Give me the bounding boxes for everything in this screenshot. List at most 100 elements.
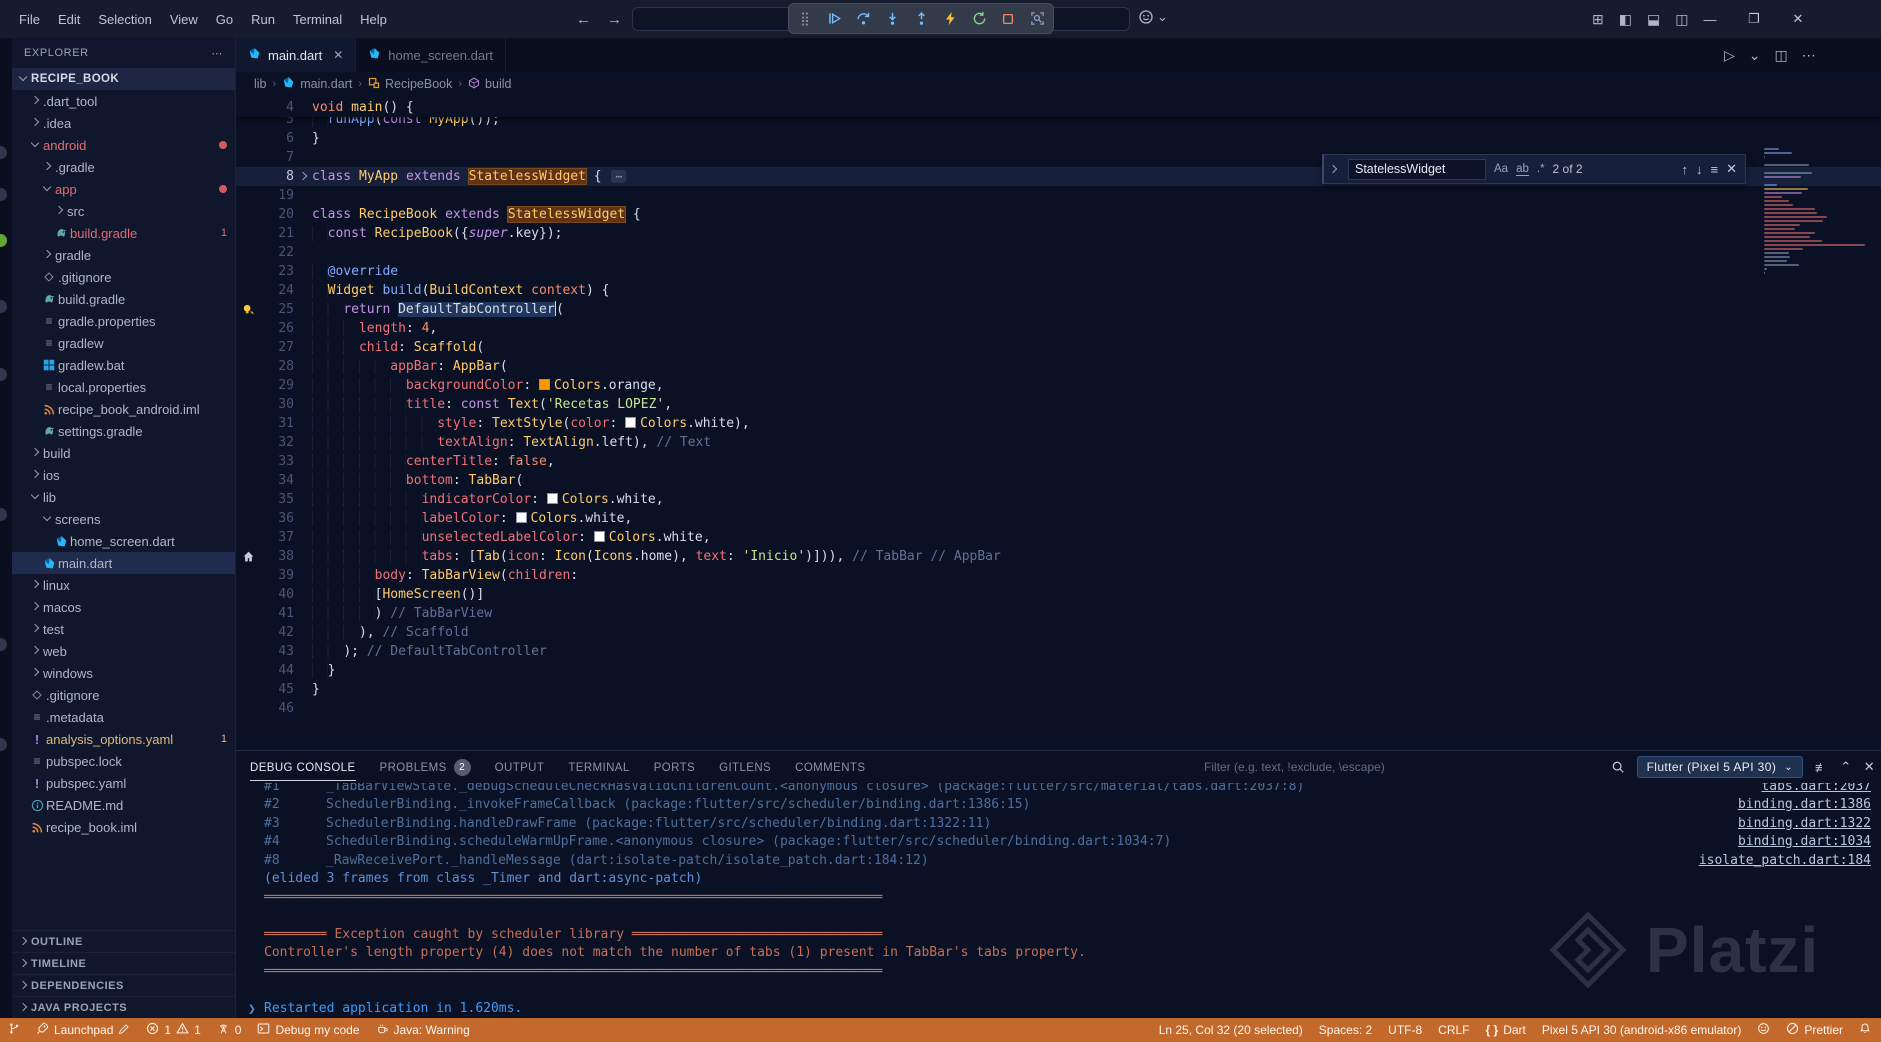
- breadcrumb-item[interactable]: main.dart: [282, 76, 352, 92]
- java-status-item[interactable]: Java: Warning: [376, 1023, 470, 1038]
- tree-item[interactable]: build: [12, 442, 235, 464]
- code-editor[interactable]: 4 void main() {5 runApp(const MyApp()); 6}…: [236, 96, 1881, 750]
- more-actions-button[interactable]: ⋯: [1802, 47, 1816, 64]
- step-out-button[interactable]: [912, 10, 930, 28]
- close-tab-icon[interactable]: ✕: [333, 48, 343, 62]
- feedback-icon[interactable]: [1757, 1022, 1770, 1038]
- folded-code-indicator[interactable]: ⋯: [611, 170, 627, 183]
- tree-item[interactable]: src: [12, 200, 235, 222]
- tree-item[interactable]: build.gradle 1: [12, 222, 235, 244]
- regex-icon[interactable]: .*: [1537, 163, 1545, 175]
- split-editor-button[interactable]: ◫: [1775, 47, 1788, 64]
- menu-help[interactable]: Help: [351, 8, 396, 31]
- tab-home_screen.dart[interactable]: home_screen.dart: [356, 38, 507, 72]
- back-icon[interactable]: ←: [576, 11, 591, 28]
- close-panel-icon[interactable]: ✕: [1864, 759, 1875, 775]
- code-line[interactable]: 27 child: Scaffold(: [236, 338, 1881, 357]
- run-dropdown-icon[interactable]: ⌄: [1749, 47, 1761, 64]
- code-line[interactable]: 41 ) // TabBarView: [236, 604, 1881, 623]
- panel-tab-ports[interactable]: PORTS: [654, 751, 695, 783]
- code-line[interactable]: 4 void main() {: [236, 98, 1881, 117]
- code-line[interactable]: 26 length: 4,: [236, 319, 1881, 338]
- previous-match-icon[interactable]: ↑: [1682, 162, 1689, 177]
- code-line[interactable]: 31 style: TextStyle(color: Colors.white)…: [236, 414, 1881, 433]
- panel-tab-gitlens[interactable]: GITLENS: [719, 751, 771, 783]
- code-line[interactable]: 24 Widget build(BuildContext context) {: [236, 281, 1881, 300]
- explorer-more-icon[interactable]: ⋯: [211, 47, 223, 60]
- tree-item[interactable]: test: [12, 618, 235, 640]
- source-link[interactable]: isolate_patch.dart:184: [1699, 852, 1871, 871]
- fold-chevron-icon[interactable]: [294, 167, 312, 186]
- toggle-panel-icon[interactable]: ⬓: [1647, 11, 1660, 28]
- code-line[interactable]: 33 centerTitle: false,: [236, 452, 1881, 471]
- forward-icon[interactable]: →: [607, 11, 622, 28]
- code-line[interactable]: 39 body: TabBarView(children:: [236, 566, 1881, 585]
- eol-status[interactable]: CRLF: [1438, 1023, 1469, 1037]
- minimize-button[interactable]: —: [1688, 0, 1732, 38]
- restore-button[interactable]: ❐: [1732, 0, 1776, 38]
- tree-item[interactable]: .gradle: [12, 156, 235, 178]
- tree-root[interactable]: RECIPE_BOOK: [12, 68, 235, 90]
- tree-item[interactable]: .gitignore: [12, 684, 235, 706]
- source-link[interactable]: binding.dart:1322: [1738, 815, 1871, 834]
- code-line[interactable]: 28 appBar: AppBar(: [236, 357, 1881, 376]
- code-line[interactable]: 25 return DefaultTabController(: [236, 300, 1881, 319]
- device-status[interactable]: Pixel 5 API 30 (android-x86 emulator): [1542, 1023, 1741, 1037]
- tree-item[interactable]: ≡ pubspec.lock: [12, 750, 235, 772]
- debug-fork-icon[interactable]: [8, 1022, 20, 1038]
- code-line[interactable]: 21 const RecipeBook({super.key});: [236, 224, 1881, 243]
- tree-item[interactable]: .gitignore: [12, 266, 235, 288]
- code-line[interactable]: 32 textAlign: TextAlign.left), // Text: [236, 433, 1881, 452]
- notifications-icon[interactable]: [1859, 1022, 1871, 1038]
- code-line[interactable]: 6}: [236, 129, 1881, 148]
- code-line[interactable]: 19: [236, 186, 1881, 205]
- source-link[interactable]: binding.dart:1034: [1738, 833, 1871, 852]
- tree-item[interactable]: recipe_book_android.iml: [12, 398, 235, 420]
- tree-item[interactable]: settings.gradle: [12, 420, 235, 442]
- code-line[interactable]: 44 }: [236, 661, 1881, 680]
- tree-item[interactable]: windows: [12, 662, 235, 684]
- menu-edit[interactable]: Edit: [49, 8, 89, 31]
- menu-view[interactable]: View: [161, 8, 207, 31]
- section-timeline[interactable]: TIMELINE: [12, 952, 235, 974]
- tree-item[interactable]: macos: [12, 596, 235, 618]
- code-line[interactable]: 38 tabs: [Tab(icon: Icon(Icons.home), te…: [236, 547, 1881, 566]
- menu-run[interactable]: Run: [242, 8, 284, 31]
- code-line[interactable]: 37 unselectedLabelColor: Colors.white,: [236, 528, 1881, 547]
- menu-terminal[interactable]: Terminal: [284, 8, 351, 31]
- console-prompt-icon[interactable]: ❯: [248, 1002, 256, 1017]
- tree-item[interactable]: app: [12, 178, 235, 200]
- code-line[interactable]: 42 ), // Scaffold: [236, 623, 1881, 642]
- code-line[interactable]: 23 @override: [236, 262, 1881, 281]
- panel-tab-debug-console[interactable]: DEBUG CONSOLE: [250, 751, 356, 783]
- panel-tab-comments[interactable]: COMMENTS: [795, 751, 865, 783]
- console-filter-input[interactable]: [1204, 757, 1504, 777]
- indentation-status[interactable]: Spaces: 2: [1319, 1023, 1372, 1037]
- tree-item[interactable]: ≡ .metadata: [12, 706, 235, 728]
- ports-status[interactable]: 0: [217, 1022, 241, 1038]
- find-input[interactable]: StatelessWidget: [1348, 158, 1486, 180]
- tree-item[interactable]: .dart_tool: [12, 90, 235, 112]
- code-line[interactable]: 43 ); // DefaultTabController: [236, 642, 1881, 661]
- debug-session-picker[interactable]: Flutter (Pixel 5 API 30) ⌄: [1636, 756, 1803, 778]
- tree-item[interactable]: lib: [12, 486, 235, 508]
- code-line[interactable]: 35 indicatorColor: Colors.white,: [236, 490, 1881, 509]
- minimap[interactable]: [1764, 148, 1874, 280]
- menu-file[interactable]: File: [10, 8, 49, 31]
- code-line[interactable]: 30 title: const Text('Recetas LOPEZ',: [236, 395, 1881, 414]
- whole-word-icon[interactable]: ab: [1516, 163, 1529, 176]
- source-link[interactable]: tabs.dart:2037: [1761, 783, 1871, 796]
- code-line[interactable]: 34 bottom: TabBar(: [236, 471, 1881, 490]
- source-link[interactable]: binding.dart:1386: [1738, 796, 1871, 815]
- tree-item[interactable]: linux: [12, 574, 235, 596]
- menu-selection[interactable]: Selection: [89, 8, 160, 31]
- code-line[interactable]: 45}: [236, 680, 1881, 699]
- tree-item[interactable]: android: [12, 134, 235, 156]
- breadcrumb-item[interactable]: RecipeBook: [368, 77, 452, 92]
- toggle-primary-sidebar-icon[interactable]: ◧: [1619, 11, 1632, 28]
- section-outline[interactable]: OUTLINE: [12, 930, 235, 952]
- find-in-selection-icon[interactable]: ≡: [1711, 162, 1719, 177]
- cursor-position[interactable]: Ln 25, Col 32 (20 selected): [1159, 1023, 1303, 1037]
- hot-reload-button[interactable]: [941, 10, 959, 28]
- tree-item[interactable]: recipe_book.iml: [12, 816, 235, 838]
